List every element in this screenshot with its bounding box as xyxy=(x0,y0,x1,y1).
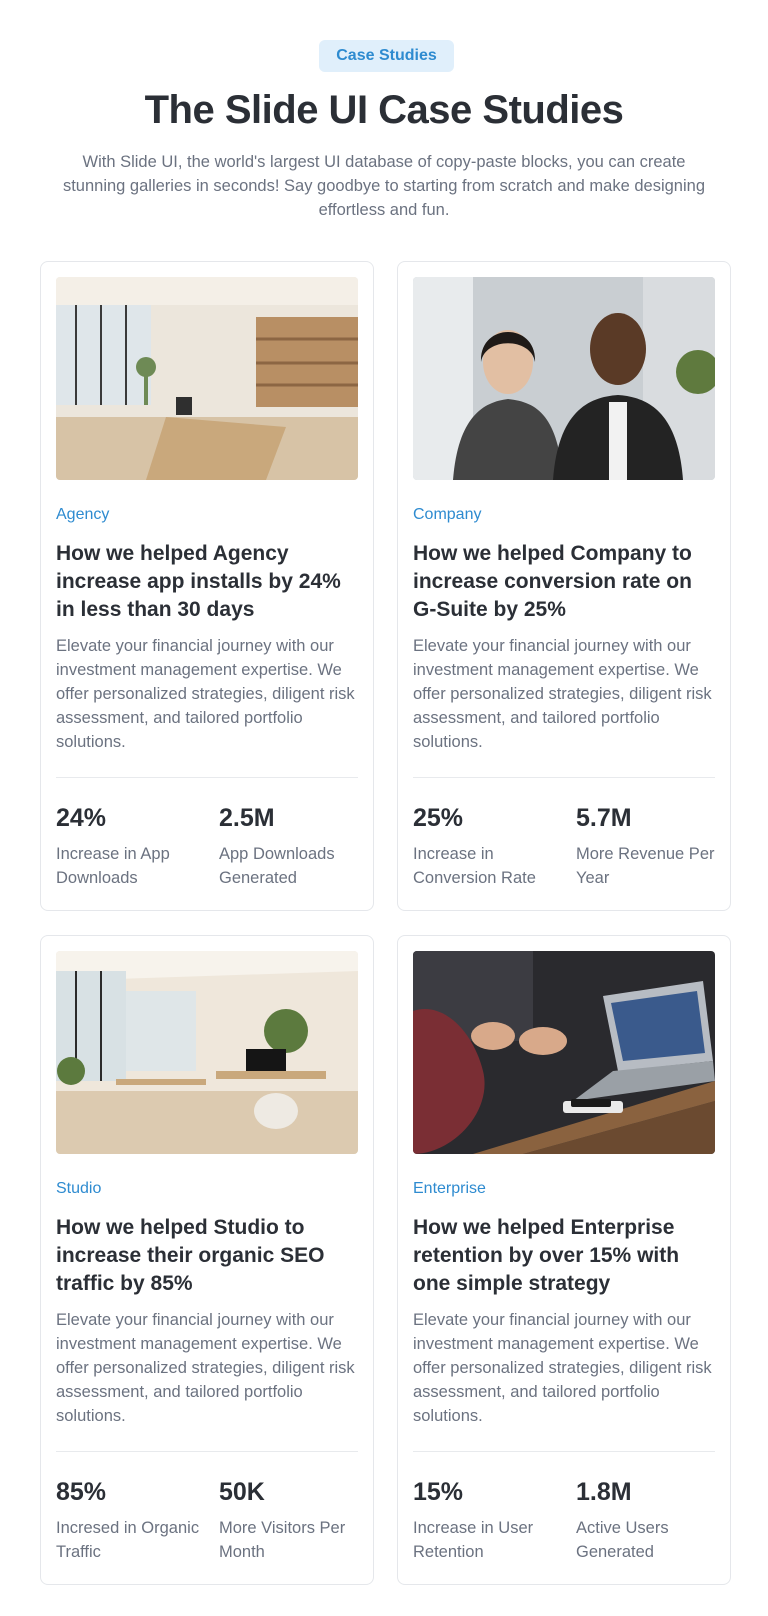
case-studies-badge: Case Studies xyxy=(319,40,454,72)
card-divider xyxy=(413,1451,715,1452)
card-description: Elevate your financial journey with our … xyxy=(413,637,712,751)
stat-value: 85% xyxy=(56,1478,107,1506)
stat-value: 25% xyxy=(413,804,464,832)
stat-label: App Downloads Generated xyxy=(219,845,335,887)
card-divider xyxy=(56,777,358,778)
stat-block: 24% Increase in App Downloads xyxy=(56,802,206,890)
card-title[interactable]: How we helped Company to increase conver… xyxy=(413,540,718,624)
card-title[interactable]: How we helped Agency increase app instal… xyxy=(56,540,361,624)
card-image-open-office xyxy=(56,951,358,1154)
stat-label: Active Users Generated xyxy=(576,1519,669,1561)
card-category: Studio xyxy=(56,1180,102,1197)
stat-label: Increase in User Retention xyxy=(413,1519,534,1561)
office-interior-photo xyxy=(56,277,358,480)
card-divider xyxy=(413,777,715,778)
card-image-meeting xyxy=(413,951,715,1154)
card-category: Enterprise xyxy=(413,1180,486,1197)
card-description: Elevate your financial journey with our … xyxy=(413,1311,712,1425)
case-study-card-studio[interactable]: Studio How we helped Studio to increase … xyxy=(40,935,374,1585)
stat-value: 15% xyxy=(413,1478,464,1506)
stat-value: 5.7M xyxy=(576,804,632,832)
card-image-portrait xyxy=(413,277,715,480)
stat-block: 25% Increase in Conversion Rate xyxy=(413,802,563,890)
stat-value: 50K xyxy=(219,1478,265,1506)
case-study-card-company[interactable]: Company How we helped Company to increas… xyxy=(397,261,731,911)
case-study-card-enterprise[interactable]: Enterprise How we helped Enterprise rete… xyxy=(397,935,731,1585)
two-people-portrait-photo xyxy=(413,277,715,480)
stat-label: Incresed in Organic Traffic xyxy=(56,1519,200,1561)
page-title: The Slide UI Case Studies xyxy=(144,88,624,132)
stat-label: Increase in Conversion Rate xyxy=(413,845,536,887)
case-study-card-agency[interactable]: Agency How we helped Agency increase app… xyxy=(40,261,374,911)
stat-block: 15% Increase in User Retention xyxy=(413,1476,563,1564)
stat-value: 2.5M xyxy=(219,804,275,832)
card-title[interactable]: How we helped Studio to increase their o… xyxy=(56,1214,361,1298)
stat-value: 1.8M xyxy=(576,1478,632,1506)
card-title[interactable]: How we helped Enterprise retention by ov… xyxy=(413,1214,718,1298)
card-image-office xyxy=(56,277,358,480)
open-office-photo xyxy=(56,951,358,1154)
card-description: Elevate your financial journey with our … xyxy=(56,1311,355,1425)
page-subtitle: With Slide UI, the world's largest UI da… xyxy=(62,153,706,219)
stat-block: 5.7M More Revenue Per Year xyxy=(576,802,726,890)
card-description: Elevate your financial journey with our … xyxy=(56,637,355,751)
stat-value: 24% xyxy=(56,804,107,832)
stat-label: Increase in App Downloads xyxy=(56,845,170,887)
stat-label: More Revenue Per Year xyxy=(576,845,715,887)
card-category: Agency xyxy=(56,506,110,523)
stat-block: 2.5M App Downloads Generated xyxy=(219,802,369,890)
stat-block: 1.8M Active Users Generated xyxy=(576,1476,726,1564)
card-divider xyxy=(56,1451,358,1452)
stat-block: 50K More Visitors Per Month xyxy=(219,1476,369,1564)
stat-label: More Visitors Per Month xyxy=(219,1519,346,1561)
meeting-laptop-photo xyxy=(413,951,715,1154)
card-category: Company xyxy=(413,506,482,523)
stat-block: 85% Incresed in Organic Traffic xyxy=(56,1476,206,1564)
